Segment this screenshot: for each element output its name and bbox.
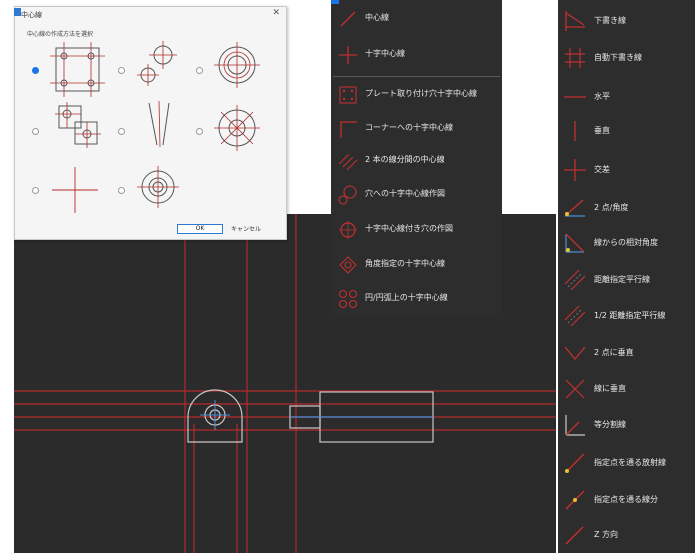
ok-button[interactable]: OK (177, 224, 223, 234)
cross-icon (564, 159, 586, 181)
tool-label: 線に垂直 (594, 384, 626, 393)
tool-label: 1/2 距離指定平行線 (594, 311, 666, 320)
menu-item-label: コーナーへの十字中心線 (365, 123, 453, 132)
plate-hole-icon (339, 86, 357, 104)
tool-label: 水平 (594, 92, 610, 101)
option-plate-holes[interactable] (50, 42, 105, 97)
tool-perp-two-point[interactable]: 2 点に垂直 (558, 336, 695, 368)
segment-icon (565, 490, 585, 510)
option-two-lines[interactable] (135, 99, 185, 149)
menu-item-corner[interactable]: コーナーへの十字中心線 (331, 114, 502, 144)
tool-z-direction[interactable]: Z 方向 (558, 518, 695, 550)
tool-label: 自動下書き線 (594, 53, 642, 62)
menu-item-hole[interactable]: 穴への十字中心線作図 (331, 180, 502, 210)
option-radio-cross[interactable] (32, 187, 39, 194)
vertical-icon (574, 121, 576, 141)
option-radio-bolt-circle[interactable] (196, 67, 203, 74)
half-parallel-icon (564, 305, 586, 327)
tool-label: 指定点を通る線分 (594, 495, 658, 504)
two-point-angle-icon (564, 199, 585, 217)
draft-line-icon (565, 11, 585, 31)
centerline-menu: 中心線 十字中心線 プレート取り付け穴十字中心線 コーナーへの十字中心線 2 本… (331, 0, 502, 314)
tool-parallel[interactable]: 距離指定平行線 (558, 263, 695, 295)
circle-arc-icon (338, 289, 358, 309)
tool-label: 線からの相対角度 (594, 238, 658, 247)
tool-label: 2 点/角度 (594, 203, 629, 212)
dialog-title: 中心線 (21, 11, 42, 19)
menu-item-label: 十字中心線付き穴の作図 (365, 224, 453, 233)
menu-item-label: 中心線 (365, 13, 389, 22)
menu-item-plate-hole[interactable]: プレート取り付け穴十字中心線 (331, 80, 502, 110)
auto-draft-icon (565, 48, 585, 68)
tool-auto-draft[interactable]: 自動下書き線 (558, 41, 695, 73)
tool-half-parallel[interactable]: 1/2 距離指定平行線 (558, 299, 695, 331)
parallel-icon (564, 269, 586, 291)
option-radio-holes[interactable] (118, 67, 125, 74)
ray-icon (565, 453, 585, 473)
perp-line-icon (565, 379, 585, 399)
tool-label: 2 点に垂直 (594, 348, 634, 357)
two-lines-icon (338, 153, 358, 171)
dialog-prompt: 中心線の作成方法を選択 (27, 31, 94, 38)
menu-item-center-line[interactable]: 中心線 (331, 4, 502, 34)
menu-item-label: 2 本の線分間の中心線 (365, 155, 445, 164)
menu-item-two-lines[interactable]: 2 本の線分間の中心線 (331, 146, 502, 176)
tool-label: 交差 (594, 165, 610, 174)
option-circle-cross[interactable] (133, 162, 183, 212)
tool-label: 垂直 (594, 126, 610, 135)
tool-perp-line[interactable]: 線に垂直 (558, 372, 695, 404)
tool-label: 下書き線 (594, 16, 626, 25)
menu-item-cross-center-line[interactable]: 十字中心線 (331, 40, 502, 70)
divide-icon (565, 415, 585, 436)
dialog-app-icon (14, 8, 21, 16)
tool-divide[interactable]: 等分割線 (558, 408, 695, 440)
corner-icon (340, 121, 357, 138)
z-direction-icon (565, 526, 584, 545)
menu-item-circle-arc[interactable]: 円/円弧上の十字中心線 (331, 284, 502, 314)
option-two-holes[interactable] (133, 40, 183, 90)
cross-center-line-icon (339, 46, 357, 64)
tool-draft-line[interactable]: 下書き線 (558, 4, 695, 36)
hole-with-cross-icon (339, 221, 357, 239)
menu-item-hole-with-cross[interactable]: 十字中心線付き穴の作図 (331, 215, 502, 245)
tool-label: Z 方向 (594, 530, 619, 539)
tool-horizontal[interactable]: 水平 (558, 80, 695, 112)
horizontal-icon (564, 96, 586, 98)
option-corner[interactable] (53, 100, 103, 150)
menu-item-angle-cross[interactable]: 角度指定の十字中心線 (331, 250, 502, 280)
centerline-dialog: 中心線 ✕ 中心線の作成方法を選択 OK キャンセル (14, 6, 287, 240)
center-line-icon (340, 11, 356, 27)
tool-label: 距離指定平行線 (594, 275, 650, 284)
tool-relative-angle[interactable]: 線からの相対角度 (558, 226, 695, 258)
option-polar-holes[interactable] (212, 103, 262, 153)
menu-item-label: 円/円弧上の十字中心線 (365, 293, 448, 302)
tool-ray[interactable]: 指定点を通る放射線 (558, 446, 695, 478)
option-radio-circle[interactable] (118, 187, 125, 194)
close-icon[interactable]: ✕ (272, 8, 280, 18)
option-bolt-circle[interactable] (212, 40, 262, 90)
tool-label: 指定点を通る放射線 (594, 458, 666, 467)
hole-icon (338, 185, 357, 205)
angle-cross-icon (339, 256, 357, 274)
cancel-button[interactable]: キャンセル (231, 224, 261, 233)
tool-cross[interactable]: 交差 (558, 153, 695, 185)
menu-item-label: 角度指定の十字中心線 (365, 259, 445, 268)
option-radio-plate[interactable] (32, 67, 39, 74)
tool-vertical[interactable]: 垂直 (558, 114, 695, 146)
menu-separator (333, 76, 500, 77)
relative-angle-icon (565, 233, 585, 253)
tool-segment[interactable]: 指定点を通る線分 (558, 483, 695, 515)
tool-label: 等分割線 (594, 420, 626, 429)
option-radio-corner[interactable] (32, 128, 39, 135)
option-radio-polar[interactable] (196, 128, 203, 135)
option-radio-two-lines[interactable] (118, 128, 125, 135)
menu-item-label: プレート取り付け穴十字中心線 (365, 89, 477, 98)
perp-two-point-icon (564, 346, 586, 361)
tool-two-point-angle[interactable]: 2 点/角度 (558, 191, 695, 223)
option-simple-cross[interactable] (50, 165, 100, 215)
menu-item-label: 十字中心線 (365, 49, 405, 58)
menu-item-label: 穴への十字中心線作図 (365, 189, 445, 198)
draft-toolbar: 下書き線 自動下書き線 水平 垂直 交差 2 点/角度 線からの相対角度 距離指… (558, 0, 695, 553)
